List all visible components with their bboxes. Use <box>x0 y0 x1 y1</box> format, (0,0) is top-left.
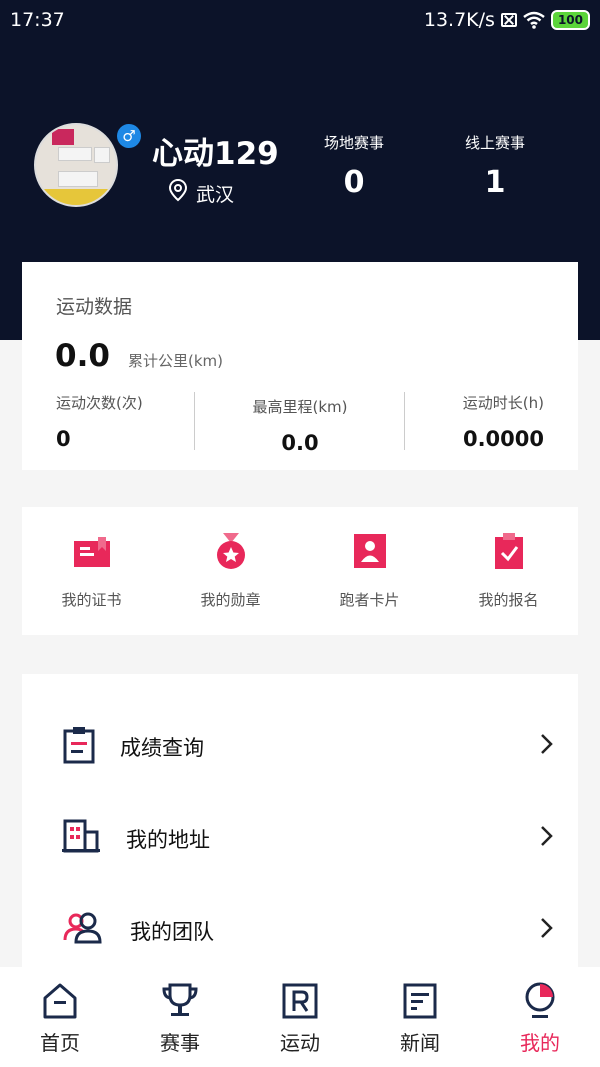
sports-data-title: 运动数据 <box>56 296 133 318</box>
divider <box>194 392 195 450</box>
registration-icon <box>494 533 523 569</box>
stat-label: 线上赛事 <box>464 134 525 152</box>
workout-count-stat: 运动次数(次) 0 <box>56 392 143 451</box>
male-gender-icon: ♂ <box>117 124 141 148</box>
status-right: 13.7K/s 100 <box>424 9 590 31</box>
bottom-navigation: 首页 赛事 运动 新闻 我的 <box>0 967 600 1067</box>
runner-card-button[interactable]: 跑者卡片 <box>300 507 439 635</box>
menu-item-label: 我的团队 <box>130 920 214 944</box>
venue-events-stat[interactable]: 场地赛事 0 <box>294 132 414 200</box>
nav-label: 我的 <box>520 1031 560 1055</box>
stat-value: 1 <box>484 165 506 200</box>
tab-home[interactable]: 首页 <box>0 967 120 1067</box>
medal-button[interactable]: 我的勋章 <box>161 507 300 635</box>
trophy-icon <box>162 983 198 1016</box>
status-bar: 17:37 13.7K/s 100 <box>0 0 600 40</box>
nav-label: 新闻 <box>400 1031 440 1055</box>
nav-label: 首页 <box>40 1031 80 1055</box>
stat-value: 0 <box>343 165 365 200</box>
quick-action-label: 跑者卡片 <box>339 591 400 609</box>
certificate-icon <box>73 537 110 567</box>
tab-events[interactable]: 赛事 <box>120 967 240 1067</box>
battery-indicator: 100 <box>550 10 590 30</box>
max-distance-stat: 最高里程(km) 0.0 <box>222 396 378 455</box>
menu-item-label: 我的地址 <box>126 828 210 852</box>
chevron-right-icon <box>541 734 553 754</box>
sim-off-icon <box>500 13 517 27</box>
tab-news[interactable]: 新闻 <box>360 967 480 1067</box>
quick-action-label: 我的报名 <box>478 591 539 609</box>
stat-value: 0 <box>56 427 71 451</box>
nav-label: 运动 <box>280 1031 320 1055</box>
tab-sports[interactable]: 运动 <box>240 967 360 1067</box>
registration-button[interactable]: 我的报名 <box>439 507 578 635</box>
total-distance-label: 累计公里(km) <box>128 352 224 370</box>
run-r-icon <box>282 983 318 1019</box>
building-icon <box>62 819 100 853</box>
stat-label: 运动时长(h) <box>462 394 544 412</box>
network-speed: 13.7K/s <box>423 9 495 31</box>
profile-icon <box>525 982 555 1018</box>
workout-duration-stat: 运动时长(h) 0.0000 <box>463 392 544 451</box>
team-icon <box>63 912 102 944</box>
stat-value: 0.0 <box>281 431 319 455</box>
menu-item-score-query[interactable]: 成绩查询 <box>22 700 578 792</box>
status-time: 17:37 <box>10 9 65 31</box>
menu-item-label: 成绩查询 <box>120 736 204 760</box>
nav-label: 赛事 <box>160 1031 200 1055</box>
wifi-icon <box>523 11 545 29</box>
certificate-button[interactable]: 我的证书 <box>22 507 161 635</box>
quick-action-label: 我的证书 <box>61 591 122 609</box>
menu-item-my-team[interactable]: 我的团队 <box>22 884 578 976</box>
menu-list: 成绩查询 我的地址 我的团队 <box>22 674 578 974</box>
divider <box>404 392 405 450</box>
menu-item-my-address[interactable]: 我的地址 <box>22 792 578 884</box>
sports-data-card: 运动数据 0.0 累计公里(km) 运动次数(次) 0 最高里程(km) 0.0… <box>22 262 578 470</box>
stat-value: 0.0000 <box>462 427 544 451</box>
quick-action-label: 我的勋章 <box>200 591 261 609</box>
runner-card-icon <box>353 534 386 568</box>
online-events-stat[interactable]: 线上赛事 1 <box>435 132 555 200</box>
username: 心动129 <box>152 136 279 172</box>
medal-icon <box>216 533 245 569</box>
stat-label: 最高里程(km) <box>252 398 348 416</box>
home-icon <box>43 983 77 1019</box>
avatar[interactable] <box>34 123 118 207</box>
location-pin-icon <box>168 178 188 202</box>
tab-profile[interactable]: 我的 <box>480 967 600 1067</box>
total-distance-value: 0.0 <box>55 338 110 374</box>
location-text: 武汉 <box>196 184 235 206</box>
clipboard-icon <box>63 727 95 764</box>
quick-actions-card: 我的证书 我的勋章 跑者卡片 我的报名 <box>22 507 578 635</box>
stat-label: 场地赛事 <box>323 134 384 152</box>
chevron-right-icon <box>541 918 553 938</box>
stat-label: 运动次数(次) <box>56 394 143 412</box>
news-icon <box>403 983 437 1019</box>
chevron-right-icon <box>541 826 553 846</box>
